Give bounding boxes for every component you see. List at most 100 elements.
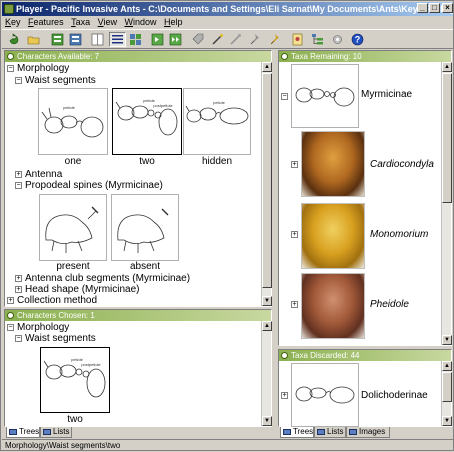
svg-text:?: ? bbox=[355, 35, 361, 45]
tree-node-myrmicinae-expander[interactable]: − bbox=[281, 91, 291, 103]
pin-icon[interactable] bbox=[247, 32, 264, 47]
dolichoderinae-thumbnail[interactable] bbox=[291, 363, 359, 427]
restart-icon[interactable] bbox=[5, 32, 22, 47]
expand-icon[interactable]: + bbox=[7, 297, 14, 304]
pane-header: Characters Chosen: 1 bbox=[5, 310, 271, 321]
tab-trees[interactable]: Trees bbox=[6, 427, 40, 438]
tab-lists[interactable]: Lists bbox=[40, 427, 72, 438]
right-tab-strip: Trees Lists Images bbox=[278, 427, 452, 438]
scroll-thumb[interactable] bbox=[442, 372, 452, 402]
taxon-pheidole[interactable]: Pheidole bbox=[370, 299, 409, 310]
ant-photo-cardiocondyla[interactable] bbox=[301, 131, 365, 197]
pane-header: Characters Available: 7 bbox=[5, 51, 271, 62]
state-thumbnail-absent[interactable] bbox=[111, 194, 179, 261]
tab-trees[interactable]: Trees bbox=[280, 427, 314, 438]
toolbar: ? bbox=[2, 29, 453, 49]
state-thumbnail-hidden[interactable]: petiole bbox=[183, 88, 251, 155]
expand-icon[interactable]: + bbox=[15, 286, 22, 293]
tag-icon[interactable] bbox=[189, 32, 206, 47]
state-label-present: present bbox=[56, 261, 90, 272]
scroll-up-arrow[interactable]: ▲ bbox=[262, 321, 272, 331]
tree-node-waist-segments[interactable]: − Waist segments bbox=[15, 333, 96, 345]
minimize-button[interactable]: _ bbox=[417, 3, 428, 13]
tools-icon[interactable] bbox=[329, 32, 346, 47]
wand-icon[interactable] bbox=[209, 32, 226, 47]
taxon-cardiocondyla[interactable]: Cardiocondyla bbox=[370, 159, 434, 170]
expand-icon[interactable]: + bbox=[291, 231, 298, 238]
app-window: Player - Pacific Invasive Ants - C:\Docu… bbox=[0, 0, 454, 451]
state-thumbnail-two[interactable]: petiole postpetiole bbox=[112, 88, 182, 155]
expand-icon[interactable]: + bbox=[15, 171, 22, 178]
pane-header-icon bbox=[281, 53, 288, 60]
expand-icon[interactable]: + bbox=[15, 275, 22, 282]
tree-node-collection-method[interactable]: + Collection method bbox=[7, 295, 97, 307]
chosen-scrollbar[interactable]: ▲ ▼ bbox=[261, 321, 272, 426]
expand-icon[interactable]: + bbox=[281, 392, 288, 399]
expand-icon[interactable]: + bbox=[291, 301, 298, 308]
pane-header-icon bbox=[281, 352, 288, 359]
available-scrollbar[interactable]: ▲ ▼ bbox=[261, 62, 272, 306]
tab-images[interactable]: Images bbox=[346, 427, 390, 438]
menu-features[interactable]: Features bbox=[28, 17, 64, 27]
discarded-scrollbar[interactable]: ▲ ▼ bbox=[441, 361, 452, 426]
expand-icon[interactable]: + bbox=[291, 161, 298, 168]
collapse-icon[interactable]: − bbox=[15, 335, 22, 342]
state-label-hidden: hidden bbox=[201, 156, 233, 167]
list-view-icon[interactable] bbox=[109, 32, 126, 47]
menu-bar: Key Features Taxa View Window Help bbox=[2, 16, 453, 29]
scroll-thumb[interactable] bbox=[442, 73, 452, 203]
scroll-down-arrow[interactable]: ▼ bbox=[262, 296, 272, 306]
scroll-down-arrow[interactable]: ▼ bbox=[262, 416, 272, 426]
list-tab-icon bbox=[317, 429, 325, 435]
thumbnail-view-icon[interactable] bbox=[127, 32, 144, 47]
state-thumbnail-present[interactable] bbox=[39, 194, 107, 261]
ant-photo-monomorium[interactable] bbox=[301, 203, 365, 269]
pin2-icon[interactable] bbox=[267, 32, 284, 47]
tree-node-expander[interactable]: + bbox=[291, 299, 301, 311]
close-button[interactable]: × bbox=[442, 3, 453, 13]
scroll-up-arrow[interactable]: ▲ bbox=[442, 62, 452, 72]
scroll-up-arrow[interactable]: ▲ bbox=[442, 361, 452, 371]
collapse-icon[interactable]: − bbox=[7, 65, 14, 72]
state-thumbnail-one[interactable]: petiole bbox=[38, 88, 108, 155]
ant-outline-drawing bbox=[295, 386, 355, 404]
go-icon[interactable] bbox=[149, 32, 166, 47]
tree-node-expander[interactable]: + bbox=[291, 159, 301, 171]
collapse-icon[interactable]: − bbox=[15, 182, 22, 189]
tree-node-propodeal-spines[interactable]: − Propodeal spines (Myrmicinae) bbox=[15, 180, 163, 192]
remaining-scrollbar[interactable]: ▲ ▼ bbox=[441, 62, 452, 345]
scroll-up-arrow[interactable]: ▲ bbox=[262, 62, 272, 72]
scroll-thumb[interactable] bbox=[262, 73, 272, 288]
menu-window[interactable]: Window bbox=[125, 17, 157, 27]
tree-node-dolichoderinae-expander[interactable]: + bbox=[281, 390, 291, 402]
ant-outline-drawing bbox=[295, 87, 355, 107]
menu-key[interactable]: Key bbox=[5, 17, 21, 27]
menu-help[interactable]: Help bbox=[164, 17, 183, 27]
menu-view[interactable]: View bbox=[98, 17, 117, 27]
features-icon[interactable] bbox=[49, 32, 66, 47]
go-again-icon[interactable] bbox=[167, 32, 184, 47]
open-icon[interactable] bbox=[25, 32, 42, 47]
collapse-icon[interactable]: − bbox=[7, 324, 14, 331]
ant-photo-pheidole[interactable] bbox=[301, 273, 365, 339]
bookmark-icon[interactable] bbox=[289, 32, 306, 47]
scroll-down-arrow[interactable]: ▼ bbox=[442, 416, 452, 426]
split-icon[interactable] bbox=[89, 32, 106, 47]
tree-icon[interactable] bbox=[309, 32, 326, 47]
maximize-button[interactable]: □ bbox=[429, 3, 440, 13]
collapse-icon[interactable]: − bbox=[15, 77, 22, 84]
help-icon[interactable]: ? bbox=[349, 32, 366, 47]
taxa-icon[interactable] bbox=[67, 32, 84, 47]
scroll-down-arrow[interactable]: ▼ bbox=[442, 335, 452, 345]
tree-node-waist-segments[interactable]: − Waist segments bbox=[15, 75, 96, 87]
tree-node-expander[interactable]: + bbox=[291, 229, 301, 241]
myrmicinae-thumbnail[interactable] bbox=[291, 64, 359, 128]
menu-taxa[interactable]: Taxa bbox=[71, 17, 90, 27]
tab-lists[interactable]: Lists bbox=[314, 427, 346, 438]
pane-header-icon bbox=[7, 53, 14, 60]
taxon-monomorium[interactable]: Monomorium bbox=[370, 229, 428, 240]
clear-icon[interactable] bbox=[227, 32, 244, 47]
tree-node-morphology[interactable]: − Morphology bbox=[7, 63, 69, 75]
collapse-icon[interactable]: − bbox=[281, 93, 288, 100]
chosen-state-thumbnail[interactable]: petiole postpetiole bbox=[40, 347, 110, 413]
